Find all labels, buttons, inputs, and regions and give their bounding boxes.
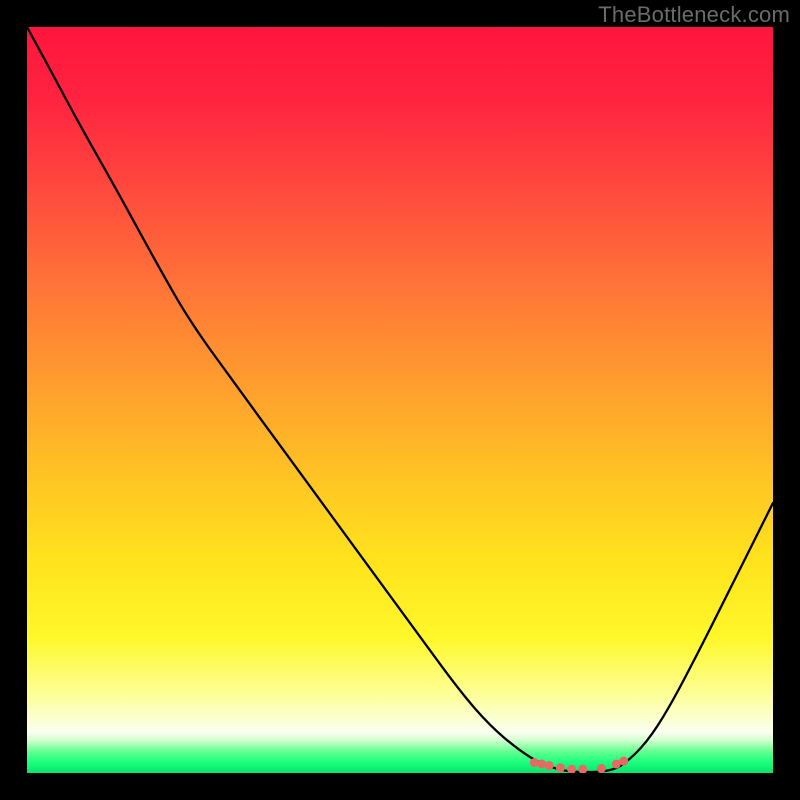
marker-dot xyxy=(530,758,539,767)
marker-dot xyxy=(537,760,546,769)
plot-svg xyxy=(27,27,773,773)
gradient-background xyxy=(27,27,773,773)
watermark-text: TheBottleneck.com xyxy=(598,2,790,28)
marker-dot xyxy=(556,763,565,772)
chart-frame: TheBottleneck.com xyxy=(0,0,800,800)
marker-dot xyxy=(619,757,628,766)
marker-dot xyxy=(597,764,606,773)
plot-area xyxy=(27,27,773,773)
marker-dot xyxy=(545,761,554,770)
